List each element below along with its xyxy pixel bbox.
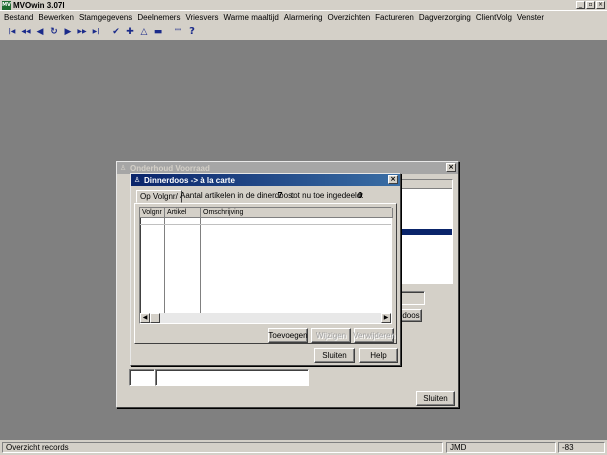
menu-factureren[interactable]: Factureren	[375, 13, 417, 22]
horizontal-scrollbar[interactable]: ◀ ▶	[140, 313, 391, 323]
first-record-icon[interactable]: |◀	[5, 25, 19, 39]
add-icon[interactable]: ✚	[123, 25, 137, 39]
dinnerdoos-close-button[interactable]: ×	[388, 175, 398, 184]
app-title-bar: MV MVOwin 3.07l _ ▫ ×	[0, 0, 607, 11]
menu-bar: Bestand Bewerken Stamgegevens Deelnemers Vri…	[0, 11, 607, 23]
onderhoud-title: Onderhoud Voorraad	[130, 163, 210, 173]
dinnerdoos-title: Dinnerdoos -> à la carte	[144, 175, 235, 185]
onderhoud-list[interactable]	[400, 179, 453, 284]
prev-page-icon[interactable]: ◀◀	[19, 25, 33, 39]
verwijderen-button[interactable]: Verwijderen	[353, 328, 395, 343]
onderhoud-field[interactable]	[400, 291, 425, 305]
toevoegen-button[interactable]: Toevoegen	[268, 328, 308, 343]
column-header-artikel[interactable]: Artikel	[165, 208, 201, 218]
menu-deelnemers[interactable]: Deelnemers	[137, 13, 183, 22]
articles-grid[interactable]: Volgnr Artikel Omschrijving ◀ ▶	[139, 207, 393, 324]
menu-venster[interactable]: Venster	[517, 13, 547, 22]
menu-bewerken[interactable]: Bewerken	[38, 13, 77, 22]
sluiten-button[interactable]: Sluiten	[314, 348, 355, 363]
restore-button[interactable]: ▫	[586, 1, 595, 9]
menu-vriesvers[interactable]: Vriesvers	[185, 13, 221, 22]
menu-warme-maaltijd[interactable]: Warme maaltijd	[224, 13, 282, 22]
onderhoud-list-selected-row[interactable]	[401, 229, 452, 235]
menu-overzichten[interactable]: Overzichten	[327, 13, 373, 22]
tab-panel: Volgnr Artikel Omschrijving ◀ ▶ Toevoege…	[134, 203, 397, 344]
grid-column-divider	[164, 218, 165, 313]
doos-button[interactable]: doos	[400, 309, 422, 322]
column-header-volgnr[interactable]: Volgnr	[140, 208, 165, 218]
last-record-icon[interactable]: ▶|	[89, 25, 103, 39]
tab-op-volgnr[interactable]: Op Volgnr/	[136, 190, 182, 203]
window-icon: ♙	[133, 176, 141, 184]
menu-stamgegevens[interactable]: Stamgegevens	[79, 13, 135, 22]
window-icon: ♙	[119, 164, 127, 172]
help-button[interactable]: Help	[359, 348, 398, 363]
count-value: 7	[278, 191, 283, 200]
edit-icon[interactable]: △	[137, 25, 151, 39]
onderhoud-list-header	[401, 180, 452, 189]
scroll-right-icon[interactable]: ▶	[381, 313, 391, 323]
grid-first-row[interactable]	[140, 218, 391, 225]
quote-icon[interactable]: ""	[171, 25, 185, 39]
status-user: JMD	[446, 442, 556, 453]
menu-bestand[interactable]: Bestand	[4, 13, 36, 22]
onderhoud-close-button[interactable]: ×	[446, 163, 456, 172]
delete-icon[interactable]: ▬	[151, 25, 165, 39]
app-logo-icon: MV	[2, 0, 11, 10]
next-record-icon[interactable]: ▶	[61, 25, 75, 39]
help-icon[interactable]: ?	[185, 25, 199, 39]
status-code: -83	[558, 442, 605, 453]
scroll-left-icon[interactable]: ◀	[140, 313, 150, 323]
close-button[interactable]: ×	[596, 1, 605, 9]
column-header-omschrijving[interactable]: Omschrijving	[201, 208, 393, 218]
onderhoud-bottom-field-2[interactable]	[155, 369, 309, 386]
grid-column-divider	[200, 218, 201, 313]
dinnerdoos-dialog: ♙ Dinnerdoos -> à la carte × Op Volgnr/ …	[130, 173, 401, 366]
assigned-label: tot nu toe ingedeeld:	[291, 191, 364, 200]
onderhoud-bottom-field-1[interactable]	[129, 369, 155, 386]
menu-alarmering[interactable]: Alarmering	[284, 13, 326, 22]
assigned-value: 0	[358, 191, 363, 200]
status-text: Overzicht records	[2, 442, 443, 453]
dinnerdoos-title-bar: ♙ Dinnerdoos -> à la carte ×	[131, 174, 400, 186]
toolbar: |◀ ◀◀ ◀ ↻ ▶ ▶▶ ▶| ✔ ✚ △ ▬ ""?	[0, 23, 607, 41]
status-bar: Overzicht records JMD -83	[0, 440, 607, 455]
wijzigen-button[interactable]: Wijzigen	[311, 328, 351, 343]
onderhoud-sluiten-button[interactable]: Sluiten	[416, 391, 455, 406]
menu-dagverzorging[interactable]: Dagverzorging	[419, 13, 474, 22]
menu-clientvolg[interactable]: ClientVolg	[476, 13, 515, 22]
app-title: MVOwin 3.07l	[13, 0, 65, 10]
refresh-icon[interactable]: ↻	[47, 25, 61, 39]
check-icon[interactable]: ✔	[109, 25, 123, 39]
minimize-button[interactable]: _	[576, 1, 585, 9]
prev-record-icon[interactable]: ◀	[33, 25, 47, 39]
scroll-thumb[interactable]	[150, 313, 160, 323]
next-page-icon[interactable]: ▶▶	[75, 25, 89, 39]
